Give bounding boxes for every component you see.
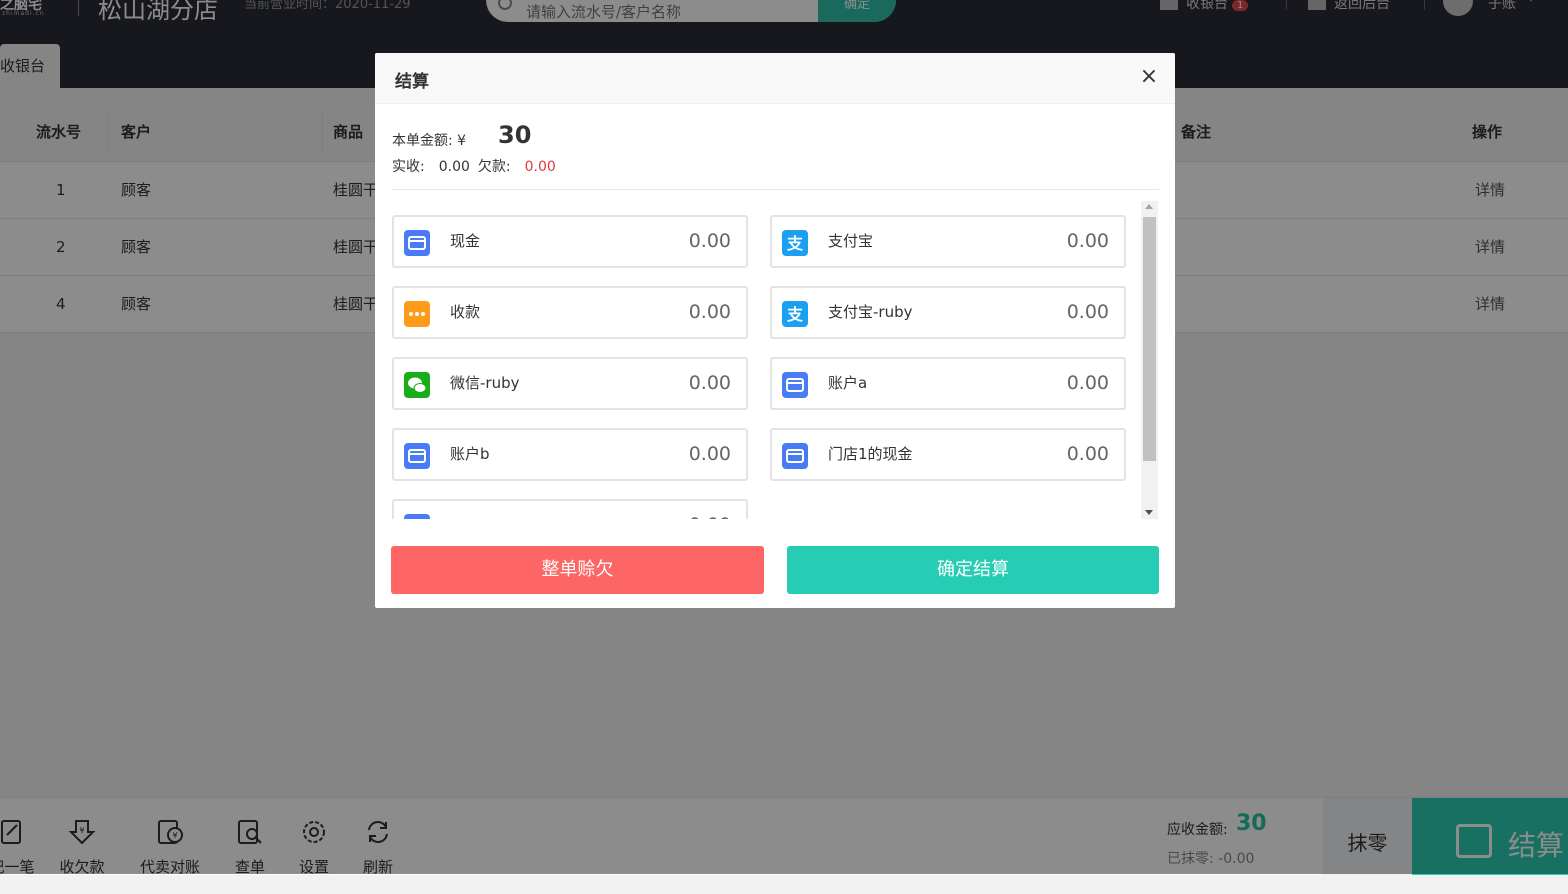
close-icon[interactable]: × <box>1137 65 1161 89</box>
alipay-icon: 支 <box>782 301 808 327</box>
payment-amount-input[interactable]: 0.00 <box>1067 359 1109 408</box>
payment-method-name: 账户a <box>828 374 868 392</box>
scrollbar[interactable] <box>1141 201 1158 519</box>
order-amount-value: 30 <box>498 121 532 149</box>
payment-method-name: 门店1的现金 <box>828 445 913 463</box>
scroll-up-icon[interactable] <box>1145 204 1153 209</box>
paid-label: 实收: <box>392 159 425 175</box>
payment-amount-input[interactable]: 0.00 <box>689 217 731 266</box>
payment-amount-input[interactable]: 0.00 <box>689 288 731 337</box>
payment-method-item[interactable]: 账户b 0.00 <box>392 428 748 481</box>
card-icon <box>404 230 430 256</box>
dialog-header: 结算 × <box>375 53 1175 104</box>
payment-amount-input[interactable]: 0.00 <box>1067 430 1109 479</box>
payment-amount-input[interactable]: 0.00 <box>689 430 731 479</box>
payment-method-name: 账户b <box>450 445 490 463</box>
payment-method-item[interactable]: 门店1的现金 0.00 <box>770 428 1126 481</box>
card-icon <box>782 372 808 398</box>
payment-method-list: 现金 0.00 支支付宝 0.00 收款 0.00 支支付宝-ruby 0.00 微信-ruby… <box>392 201 1158 519</box>
card-icon <box>404 514 430 519</box>
payment-amount-input[interactable]: 0.00 <box>1067 288 1109 337</box>
svg-text:支: 支 <box>786 305 804 324</box>
payment-method-name: 收款 <box>450 303 481 321</box>
card-icon <box>782 443 808 469</box>
payment-method-item[interactable]: 现金 0.00 <box>392 215 748 268</box>
payment-method-item[interactable]: 账户a 0.00 <box>770 357 1126 410</box>
dialog-title: 结算 <box>395 72 429 92</box>
confirm-settle-button[interactable]: 确定结算 <box>787 546 1159 594</box>
payment-method-name: 微信-ruby <box>450 374 520 392</box>
full-credit-button[interactable]: 整单赊欠 <box>391 546 764 594</box>
payment-method-name: TCK <box>450 501 479 519</box>
paid-summary: 实收: 0.00 欠款: 0.00 <box>392 156 556 176</box>
scroll-thumb[interactable] <box>1143 217 1156 461</box>
payment-method-item[interactable]: 支 支付宝-ruby 0.00 <box>770 286 1126 339</box>
owe-value: 0.00 <box>524 159 556 175</box>
divider <box>392 189 1159 190</box>
payment-amount-input[interactable]: 0.00 <box>689 501 731 519</box>
alipay-icon: 支 <box>782 230 808 256</box>
more-icon <box>404 301 430 327</box>
payment-method-name: 支付宝-ruby <box>828 303 913 321</box>
paid-value: 0.00 <box>438 159 470 175</box>
scroll-down-icon[interactable] <box>1145 510 1153 515</box>
order-amount-label: 本单金额: ¥ <box>392 133 467 149</box>
payment-amount-input[interactable]: 0.00 <box>1067 217 1109 266</box>
payment-method-item[interactable]: 收款 0.00 <box>392 286 748 339</box>
payment-method-item[interactable]: 微信-ruby 0.00 <box>392 357 748 410</box>
payment-method-name: 支付宝 <box>828 232 874 250</box>
payment-method-name: 现金 <box>450 232 481 250</box>
card-icon <box>404 443 430 469</box>
svg-text:支: 支 <box>786 234 804 253</box>
owe-label: 欠款: <box>477 159 511 175</box>
settlement-dialog: 结算 × 本单金额: ¥ 30 实收: 0.00 欠款: 0.00 现金 0.00 支支付… <box>375 53 1175 608</box>
wechat-icon <box>404 372 430 398</box>
payment-method-item[interactable]: 支 支付宝 0.00 <box>770 215 1126 268</box>
payment-method-item[interactable]: TCK 0.00 <box>392 499 748 519</box>
payment-amount-input[interactable]: 0.00 <box>689 359 731 408</box>
